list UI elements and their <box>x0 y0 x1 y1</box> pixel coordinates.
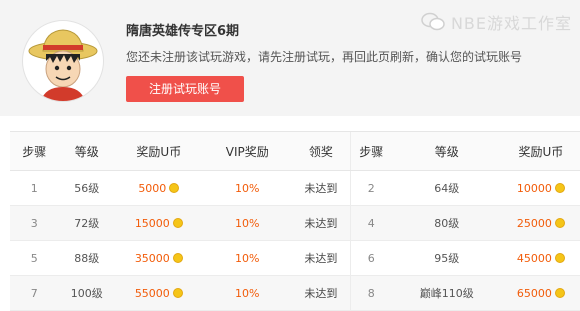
step-cell: 4 <box>349 205 392 241</box>
registration-notice: 您还未注册该试玩游戏，请先注册试玩，再回此页刷新，确认您的试玩账号 <box>126 50 523 64</box>
col-coins-2: 奖励U币 <box>501 131 580 171</box>
game-title: 隋唐英雄传专区6期 <box>126 24 240 39</box>
table-row: 5 88级 35000 10% 未达到 6 95级 45000 <box>10 240 580 276</box>
register-trial-account-button[interactable]: 注册试玩账号 <box>126 76 244 102</box>
level-cell: 巅峰110级 <box>391 275 502 311</box>
coin-icon <box>554 182 565 193</box>
vip-cell: 10% <box>202 170 292 206</box>
coins-cell: 35000 <box>114 240 203 276</box>
reward-table: 步骤 等级 奖励U币 VIP奖励 领奖 步骤 等级 奖励U币 1 56级 500… <box>10 131 580 311</box>
coin-icon <box>554 287 565 298</box>
game-avatar <box>22 20 104 102</box>
coins-cell: 15000 <box>114 205 203 241</box>
coins-cell: 25000 <box>501 205 580 241</box>
coins-value: 65000 <box>516 286 552 300</box>
coins-cell: 65000 <box>501 275 580 311</box>
watermark-text: NBE游戏工作室 <box>450 14 572 33</box>
coins-value: 25000 <box>516 216 552 230</box>
level-cell: 64级 <box>391 170 502 206</box>
table-row: 7 100级 55000 10% 未达到 8 巅峰110级 65000 <box>10 275 580 311</box>
step-cell: 2 <box>349 170 392 206</box>
col-claim: 领奖 <box>291 131 351 171</box>
coins-cell: 55000 <box>114 275 203 311</box>
status-cell: 未达到 <box>291 240 351 276</box>
vip-cell: 10% <box>202 275 292 311</box>
coins-value: 5000 <box>138 181 167 195</box>
col-step: 步骤 <box>10 131 59 171</box>
table-row: 3 72级 15000 10% 未达到 4 80级 25000 <box>10 205 580 241</box>
coins-value: 35000 <box>134 251 170 265</box>
game-info-panel: 隋唐英雄传专区6期 您还未注册该试玩游戏，请先注册试玩，再回此页刷新，确认您的试… <box>0 0 580 116</box>
watermark: NBE游戏工作室 <box>421 10 572 34</box>
coins-cell: 10000 <box>501 170 580 206</box>
col-level-2: 等级 <box>391 131 502 171</box>
col-step-2: 步骤 <box>349 131 392 171</box>
vip-cell: 10% <box>202 205 292 241</box>
level-cell: 80级 <box>391 205 502 241</box>
step-cell: 6 <box>349 240 392 276</box>
status-cell: 未达到 <box>291 170 351 206</box>
step-cell: 8 <box>349 275 392 311</box>
level-cell: 95级 <box>391 240 502 276</box>
coin-icon <box>554 217 565 228</box>
wechat-icon <box>421 12 445 31</box>
step-cell: 3 <box>10 205 59 241</box>
vip-cell: 10% <box>202 240 292 276</box>
coins-value: 15000 <box>134 216 170 230</box>
level-cell: 88级 <box>58 240 115 276</box>
coins-value: 45000 <box>516 251 552 265</box>
table-row: 1 56级 5000 10% 未达到 2 64级 10000 <box>10 170 580 206</box>
level-cell: 72级 <box>58 205 115 241</box>
coin-icon <box>172 252 183 263</box>
coin-icon <box>172 217 183 228</box>
step-cell: 5 <box>10 240 59 276</box>
step-cell: 7 <box>10 275 59 311</box>
coins-cell: 5000 <box>114 170 203 206</box>
coins-value: 55000 <box>134 286 170 300</box>
status-cell: 未达到 <box>291 275 351 311</box>
level-cell: 100级 <box>58 275 115 311</box>
table-header-row: 步骤 等级 奖励U币 VIP奖励 领奖 步骤 等级 奖励U币 <box>10 131 580 171</box>
status-cell: 未达到 <box>291 205 351 241</box>
col-vip: VIP奖励 <box>202 131 292 171</box>
level-cell: 56级 <box>58 170 115 206</box>
coins-cell: 45000 <box>501 240 580 276</box>
coin-icon <box>554 252 565 263</box>
coins-value: 10000 <box>516 181 552 195</box>
coin-icon <box>169 182 180 193</box>
step-cell: 1 <box>10 170 59 206</box>
col-level: 等级 <box>58 131 115 171</box>
coin-icon <box>172 287 183 298</box>
col-coins: 奖励U币 <box>114 131 203 171</box>
